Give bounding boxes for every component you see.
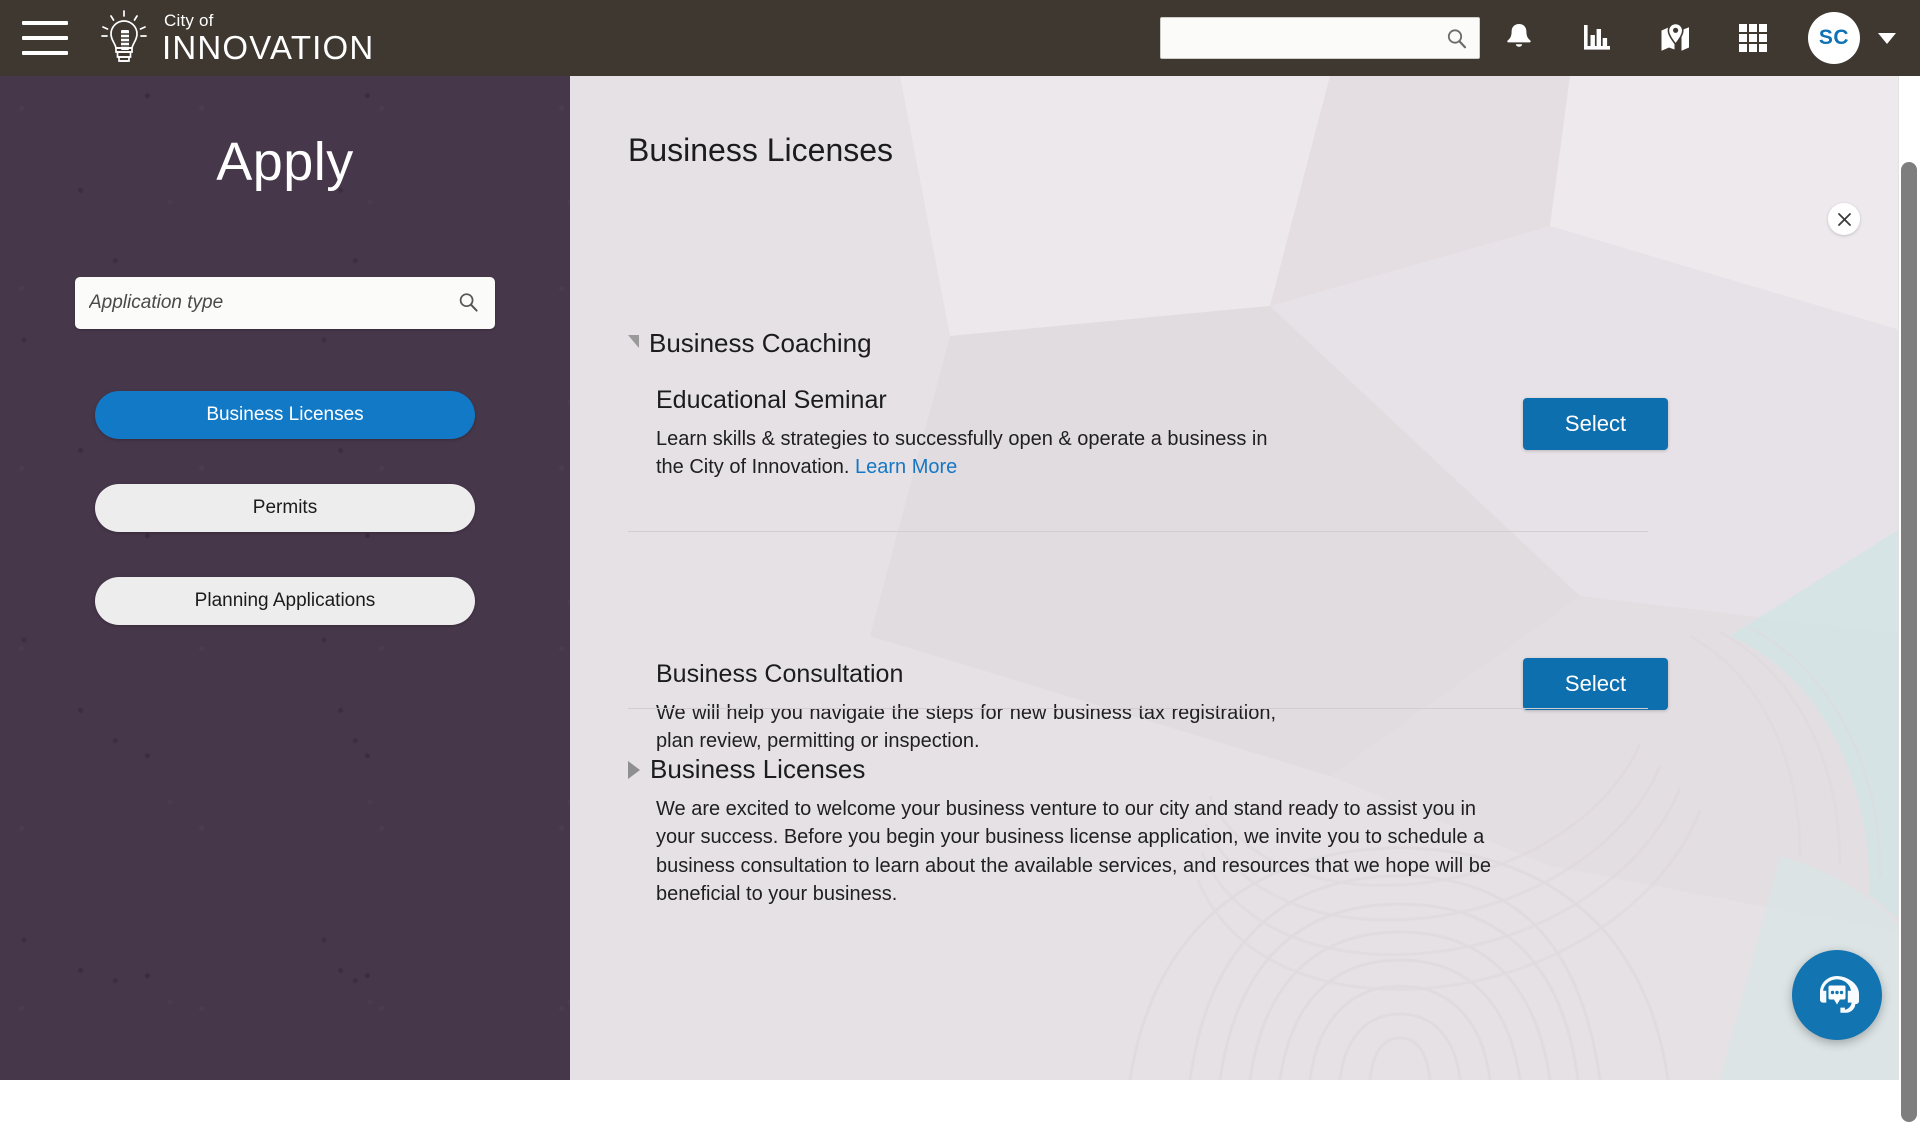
bell-icon	[1507, 24, 1531, 47]
apps-button[interactable]	[1714, 0, 1792, 76]
close-icon	[1837, 212, 1851, 226]
divider	[628, 708, 1648, 709]
vertical-scrollbar-thumb[interactable]	[1901, 162, 1917, 1122]
brand-subtitle: City of	[164, 11, 214, 30]
user-avatar[interactable]: SC	[1808, 12, 1860, 64]
brand-title: INNOVATION	[162, 29, 375, 66]
reports-button[interactable]	[1558, 0, 1636, 76]
item-title: Educational Seminar	[656, 386, 887, 414]
item-description-text: Learn skills & strategies to successfull…	[656, 428, 1268, 479]
search-icon[interactable]	[1445, 27, 1469, 51]
triangle-expanded-icon[interactable]	[628, 335, 639, 348]
select-button[interactable]: Select	[1523, 657, 1668, 710]
group-header-business-licenses[interactable]: Business Licenses	[628, 754, 1668, 785]
learn-more-link[interactable]: Learn More	[855, 456, 957, 478]
sidebar-title: Apply	[216, 132, 354, 192]
group-header-business-coaching[interactable]: Business Coaching	[628, 328, 1668, 359]
triangle-collapsed-icon[interactable]	[628, 760, 640, 779]
map-button[interactable]	[1636, 0, 1714, 76]
item-title: Business Consultation	[656, 659, 904, 688]
hamburger-menu-icon[interactable]	[22, 21, 68, 55]
top-navigation-bar: City of INNOVATION SC	[0, 0, 1920, 76]
divider	[628, 531, 1648, 532]
map-pin-icon	[1661, 22, 1689, 51]
vertical-scrollbar-track[interactable]	[1898, 76, 1920, 1122]
apps-grid-icon	[1739, 24, 1767, 52]
group-title: Business Coaching	[649, 328, 872, 358]
group-business-coaching: Business Coaching	[628, 328, 1668, 359]
background-watermark	[570, 76, 1920, 1080]
list-item: Educational Seminar Learn skills & strat…	[628, 386, 1668, 482]
lightbulb-icon	[101, 10, 147, 62]
top-bar-actions: SC	[1160, 0, 1920, 76]
group-business-licenses: Business Licenses We are excited to welc…	[628, 754, 1668, 909]
brand-logo[interactable]: City of INNOVATION	[98, 8, 374, 68]
headset-chat-icon	[1820, 976, 1859, 1013]
application-type-search[interactable]	[75, 277, 495, 329]
main-content-panel: Business Licenses Business Coaching Educ…	[570, 76, 1920, 1080]
global-search[interactable]	[1160, 17, 1480, 59]
application-type-input[interactable]	[75, 277, 495, 329]
item-description: Learn skills & strategies to successfull…	[656, 425, 1276, 482]
group-description: We are excited to welcome your business …	[656, 798, 1491, 906]
sidebar-item-business-licenses[interactable]: Business Licenses	[95, 391, 475, 439]
chevron-down-icon[interactable]	[1878, 32, 1896, 44]
notifications-button[interactable]	[1480, 0, 1558, 76]
select-button[interactable]: Select	[1523, 398, 1668, 450]
close-button[interactable]	[1828, 203, 1860, 235]
group-title: Business Licenses	[650, 754, 866, 784]
global-search-input[interactable]	[1161, 18, 1479, 58]
bar-chart-icon	[1584, 25, 1610, 50]
sidebar-item-permits[interactable]: Permits	[95, 484, 475, 532]
apply-sidebar: Apply Business Licenses Permits Planning…	[0, 76, 570, 1080]
page-title: Business Licenses	[628, 132, 894, 168]
sidebar-item-planning-applications[interactable]: Planning Applications	[95, 577, 475, 625]
chat-support-button[interactable]	[1792, 950, 1882, 1040]
search-icon[interactable]	[457, 291, 481, 315]
